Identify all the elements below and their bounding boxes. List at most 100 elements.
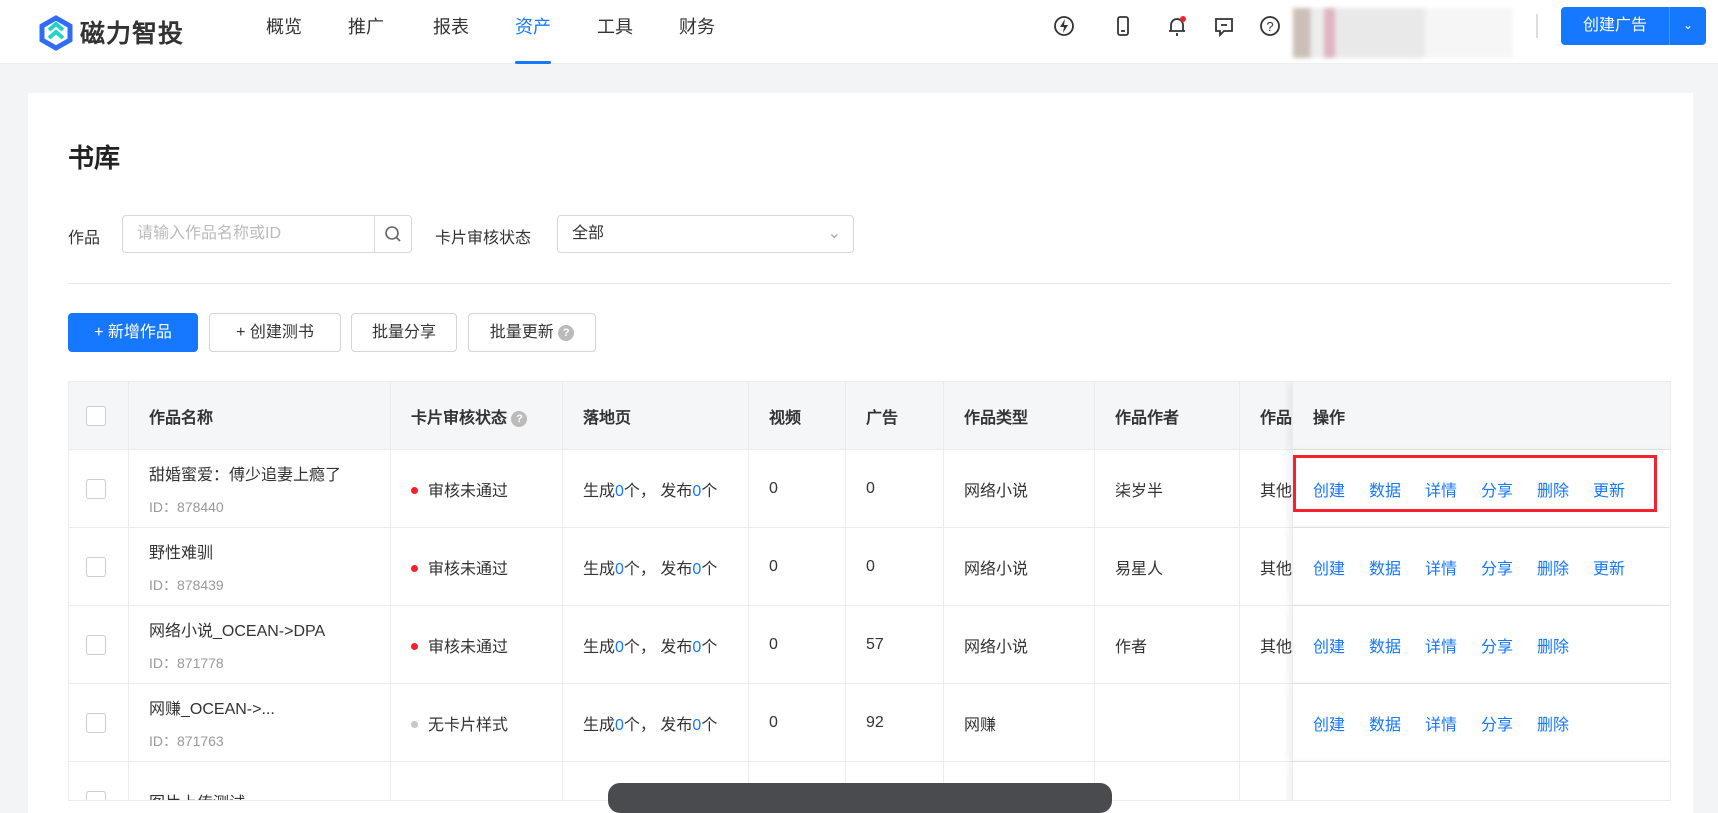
actions-cell: 创建 数据 详情 分享 删除 更新 (1292, 528, 1670, 605)
action-link-0[interactable]: 创建 (1313, 555, 1369, 579)
work-name[interactable]: 网赚_OCEAN->... (149, 695, 390, 719)
nav-overview[interactable]: 概览 (266, 0, 302, 64)
work-name[interactable]: 甜婚蜜爱：傅少追妻上瘾了 (149, 461, 390, 485)
col-author: 作品作者 (1094, 382, 1239, 449)
work-name[interactable]: 网络小说_OCEAN->DPA (149, 617, 390, 641)
row-checkbox[interactable] (86, 712, 106, 733)
generated-count[interactable]: 0 (615, 717, 624, 734)
table-row[interactable]: 野性难驯 ID：878439 审核未通过 生成0个， 发布0个 0 0 网络小说 易星人 其他创… (69, 528, 1670, 606)
action-link-2[interactable]: 详情 (1425, 555, 1481, 579)
type-cell: 网络小说 (943, 528, 1094, 605)
work-search-input[interactable]: 请输入作品名称或ID (122, 215, 412, 253)
chevron-down-icon: ⌄ (827, 225, 841, 242)
batch-update-label: 批量更新 (489, 324, 554, 341)
brand-logo[interactable]: 磁力智投 (38, 12, 184, 52)
work-search-placeholder: 请输入作品名称或ID (137, 225, 282, 242)
user-account-blurred[interactable] (1293, 8, 1513, 58)
generated-count[interactable]: 0 (615, 639, 624, 656)
published-label: 发布 (660, 482, 693, 500)
action-link-0[interactable]: 创建 (1313, 633, 1369, 657)
action-link-2[interactable]: 详情 (1425, 633, 1481, 657)
action-link-1[interactable]: 数据 (1369, 711, 1425, 735)
table-row[interactable]: 网赚_OCEAN->... ID：871763 无卡片样式 生成0个， 发布0个 0 92… (69, 684, 1670, 762)
published-count[interactable]: 0 (692, 483, 701, 500)
work-type: 网赚 (964, 716, 997, 734)
help-icon[interactable]: ? (511, 410, 528, 427)
row-checkbox[interactable] (86, 478, 106, 499)
add-work-button[interactable]: + 新增作品 (68, 313, 198, 352)
create-test-book-button[interactable]: + 创建测书 (209, 313, 341, 352)
status-filter-select[interactable]: 全部 ⌄ (557, 215, 854, 253)
other-cell: 其他 (1239, 606, 1299, 683)
nav-promotion[interactable]: 推广 (348, 0, 384, 64)
floating-toolbar[interactable] (608, 783, 1112, 813)
works-table: 作品名称 卡片审核状态 ? 落地页 视频 广告 作品类型 作品作者 作品 操作 … (68, 381, 1671, 801)
nav-finance[interactable]: 财务 (679, 0, 715, 64)
row-checkbox[interactable] (86, 556, 106, 577)
nav-assets[interactable]: 资产 (515, 0, 551, 64)
status-filter-label: 卡片审核状态 (435, 230, 532, 247)
nav-tools[interactable]: 工具 (597, 0, 633, 64)
action-link-1[interactable]: 数据 (1369, 633, 1425, 657)
generated-suffix: 个， (623, 638, 656, 656)
action-link-4[interactable]: 删除 (1537, 633, 1593, 657)
author-cell: 易星人 (1094, 528, 1239, 605)
col-actions: 操作 (1292, 382, 1670, 449)
name-cell: 野性难驯 ID：878439 (128, 528, 390, 605)
mobile-icon[interactable] (1111, 14, 1135, 38)
status-text: 审核未通过 (428, 560, 509, 578)
create-ad-button[interactable]: 创建广告 ⌄ (1561, 7, 1706, 45)
batch-update-button[interactable]: 批量更新 ? (468, 313, 596, 352)
generated-count[interactable]: 0 (615, 561, 624, 578)
empty-cell (390, 762, 562, 800)
table-header: 作品名称 卡片审核状态 ? 落地页 视频 广告 作品类型 作品作者 作品 操作 (69, 382, 1670, 450)
published-count[interactable]: 0 (692, 561, 701, 578)
row-checkbox[interactable] (86, 634, 106, 655)
published-count[interactable]: 0 (692, 717, 701, 734)
col-type: 作品类型 (943, 382, 1094, 449)
published-count[interactable]: 0 (692, 639, 701, 656)
message-icon[interactable] (1212, 14, 1236, 38)
select-all-checkbox[interactable] (86, 405, 106, 426)
status-cell: 审核未通过 (390, 528, 562, 605)
author-cell (1094, 684, 1239, 761)
flash-icon[interactable] (1052, 14, 1076, 38)
action-link-2[interactable]: 详情 (1425, 711, 1481, 735)
work-id: ID：871763 (149, 732, 224, 749)
chevron-down-icon[interactable]: ⌄ (1669, 7, 1706, 45)
empty-cell (1094, 762, 1239, 800)
work-type: 网络小说 (964, 638, 1029, 656)
help-icon[interactable]: ? (558, 325, 575, 341)
landing-cell: 生成0个， 发布0个 (562, 684, 748, 761)
generated-suffix: 个， (623, 560, 656, 578)
batch-share-button[interactable]: 批量分享 (351, 313, 457, 352)
action-link-5[interactable]: 更新 (1593, 555, 1649, 579)
bell-icon[interactable] (1165, 14, 1189, 38)
action-link-3[interactable]: 分享 (1481, 555, 1537, 579)
header-select-cell (69, 382, 128, 449)
author-cell: 柒岁半 (1094, 450, 1239, 527)
action-link-4[interactable]: 删除 (1537, 711, 1593, 735)
type-cell: 网赚 (943, 684, 1094, 761)
generated-suffix: 个， (623, 482, 656, 500)
help-icon[interactable]: ? (1258, 14, 1282, 38)
video-cell: 0 (748, 606, 845, 683)
action-link-0[interactable]: 创建 (1313, 711, 1369, 735)
status-filter-value: 全部 (572, 225, 605, 242)
highlight-box (1293, 455, 1657, 512)
action-link-3[interactable]: 分享 (1481, 711, 1537, 735)
work-name[interactable]: 图片上传测试 (149, 789, 390, 801)
action-link-3[interactable]: 分享 (1481, 633, 1537, 657)
ads-cell: 57 (845, 606, 943, 683)
published-suffix: 个 (701, 482, 718, 500)
nav-reports[interactable]: 报表 (433, 0, 469, 64)
generated-count[interactable]: 0 (615, 483, 624, 500)
action-link-1[interactable]: 数据 (1369, 555, 1425, 579)
row-checkbox[interactable] (86, 790, 106, 800)
action-link-4[interactable]: 删除 (1537, 555, 1593, 579)
generated-label: 生成 (583, 638, 616, 656)
table-row[interactable]: 网络小说_OCEAN->DPA ID：871778 审核未通过 生成0个， 发布0个 0… (69, 606, 1670, 684)
search-icon[interactable] (374, 216, 411, 252)
work-name[interactable]: 野性难驯 (149, 539, 390, 563)
published-label: 发布 (660, 716, 693, 734)
